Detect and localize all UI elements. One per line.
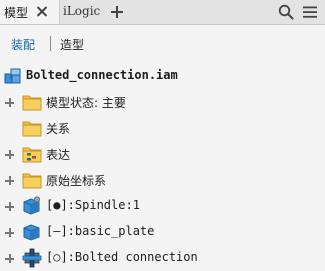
tree-item-relationships[interactable]: 关系: [0, 115, 325, 141]
tree-item-label: [●]:Spindle:1: [46, 198, 140, 212]
tree-item-label: 表达: [46, 148, 71, 162]
add-tab-icon[interactable]: [111, 6, 123, 18]
tree-item-label: 原始坐标系: [46, 174, 107, 188]
folder-icon: [22, 121, 42, 137]
menu-icon[interactable]: [302, 4, 318, 20]
expand-icon[interactable]: [5, 176, 14, 185]
toolbar-divider: [50, 36, 51, 51]
tree-item-label: [○]:Bolted connection: [46, 250, 198, 264]
part-icon: [23, 196, 40, 215]
tab-ilogic[interactable]: iLogic: [63, 4, 100, 18]
bolted-connection-icon: [22, 248, 42, 268]
expand-icon[interactable]: [5, 228, 14, 237]
expand-icon[interactable]: [5, 150, 14, 159]
assembly-icon: [4, 68, 21, 84]
folder-icon: [22, 173, 42, 189]
modeling-mode-button[interactable]: 造型: [60, 36, 84, 53]
tab-model[interactable]: 模型: [0, 0, 60, 24]
tree-item-spindle[interactable]: [●]:Spindle:1: [0, 193, 325, 219]
expand-icon[interactable]: [5, 202, 14, 211]
tree-item-model-states[interactable]: 模型状态: 主要: [0, 89, 325, 115]
representations-folder-icon: [22, 147, 42, 163]
folder-icon: [22, 95, 42, 111]
expand-icon[interactable]: [5, 254, 14, 263]
tree-item-bolted-connection[interactable]: [○]:Bolted connection: [0, 245, 325, 271]
browser-tab-bar: 模型 iLogic: [0, 0, 325, 25]
tree-root-label: Bolted_connection.iam: [26, 68, 178, 82]
tree-item-origin[interactable]: 原始坐标系: [0, 167, 325, 193]
search-icon[interactable]: [278, 4, 294, 20]
tab-model-label: 模型: [4, 6, 29, 20]
close-icon[interactable]: [36, 6, 47, 17]
part-icon: [23, 224, 40, 241]
browser-mode-toolbar: 装配 造型: [0, 25, 325, 63]
tree-item-label: [–]:basic_plate: [46, 224, 155, 238]
tree-item-label: 模型状态: 主要: [46, 96, 126, 110]
expand-icon[interactable]: [5, 98, 14, 107]
tree-root-assembly[interactable]: Bolted_connection.iam: [0, 63, 325, 89]
tree-item-label: 关系: [46, 122, 71, 136]
assembly-mode-button[interactable]: 装配: [11, 36, 35, 53]
tree-item-basic-plate[interactable]: [–]:basic_plate: [0, 219, 325, 245]
model-browser-tree: Bolted_connection.iam 模型状态: 主要 关系 表达 原始坐…: [0, 63, 325, 268]
tree-item-representations[interactable]: 表达: [0, 141, 325, 167]
